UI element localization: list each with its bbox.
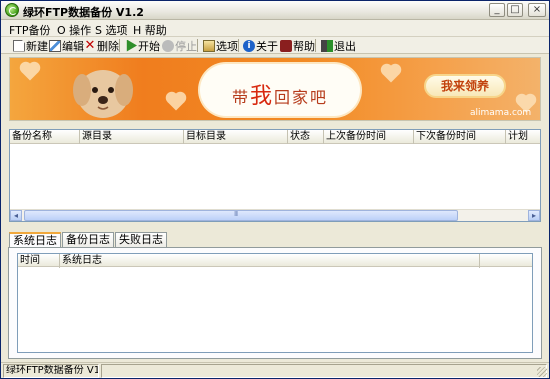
start-button[interactable]: 开始 bbox=[125, 38, 160, 53]
stop-label: 停止 bbox=[175, 39, 197, 53]
tab-backup-log[interactable]: 备份日志 bbox=[62, 232, 114, 248]
toolbar-separator bbox=[119, 39, 120, 52]
toolbar-separator bbox=[197, 39, 198, 52]
stop-icon bbox=[162, 39, 174, 52]
col-backup-name[interactable]: 备份名称 bbox=[10, 130, 80, 144]
close-button[interactable]: × bbox=[528, 3, 546, 17]
col-schedule[interactable]: 计划 bbox=[506, 130, 540, 144]
puppy-image bbox=[73, 70, 133, 118]
start-play-icon bbox=[126, 39, 137, 52]
exit-icon bbox=[321, 39, 333, 52]
toolbar-separator bbox=[238, 39, 239, 52]
edit-button[interactable]: 编辑 bbox=[49, 38, 84, 53]
scroll-left-icon[interactable]: ◂ bbox=[10, 210, 22, 221]
col-target-dir[interactable]: 目标目录 bbox=[184, 130, 288, 144]
slogan-post: 回家吧 bbox=[274, 88, 329, 107]
new-document-icon bbox=[13, 39, 25, 52]
toolbar: 新建 编辑 ✕ 删除 开始 停止 选项 i 关于 帮助 退出 bbox=[1, 37, 549, 54]
maximize-button[interactable]: □ bbox=[507, 3, 523, 17]
start-label: 开始 bbox=[138, 39, 160, 53]
slogan-big: 我 bbox=[249, 84, 274, 109]
menu-ftp-backup[interactable]: FTP备份 bbox=[9, 22, 51, 38]
banner-credit: alimama.com 提供 bbox=[470, 108, 532, 118]
menu-help[interactable]: H 帮助 bbox=[133, 22, 167, 38]
horizontal-scrollbar[interactable]: ◂ ▸ bbox=[10, 209, 540, 221]
col-next-backup[interactable]: 下次备份时间 bbox=[414, 130, 506, 144]
scroll-thumb[interactable] bbox=[24, 210, 458, 221]
log-list-header: 时间 系统日志 bbox=[18, 254, 532, 268]
window-title: 绿环FTP数据备份 V1.2 bbox=[23, 6, 144, 19]
delete-button[interactable]: ✕ 删除 bbox=[84, 38, 119, 53]
status-text: 绿环FTP数据备份 V1.2 bbox=[3, 364, 99, 378]
menu-options[interactable]: S 选项 bbox=[95, 22, 127, 38]
col-source-dir[interactable]: 源目录 bbox=[80, 130, 184, 144]
help-button[interactable]: 帮助 bbox=[280, 38, 315, 53]
menu-bar: FTP备份 O 操作 S 选项 H 帮助 bbox=[1, 20, 549, 37]
col-last-backup[interactable]: 上次备份时间 bbox=[324, 130, 414, 144]
col-time[interactable]: 时间 bbox=[18, 254, 60, 268]
app-window: 绿环FTP数据备份 V1.2 _ □ × FTP备份 O 操作 S 选项 H 帮… bbox=[0, 0, 550, 379]
log-tabs: 系统日志 备份日志 失败日志 bbox=[9, 232, 168, 249]
adopt-button[interactable]: 我来领养 bbox=[424, 74, 506, 98]
scroll-right-icon[interactable]: ▸ bbox=[528, 210, 540, 221]
delete-x-icon: ✕ bbox=[84, 37, 96, 53]
resize-grip-icon[interactable] bbox=[537, 367, 547, 377]
options-icon bbox=[203, 39, 215, 52]
new-label: 新建 bbox=[26, 39, 48, 53]
options-label: 选项 bbox=[216, 39, 238, 53]
delete-label: 删除 bbox=[97, 39, 119, 53]
status-pane-empty bbox=[101, 364, 547, 378]
tab-failure-log[interactable]: 失败日志 bbox=[115, 232, 167, 248]
status-bar: 绿环FTP数据备份 V1.2 bbox=[1, 362, 549, 378]
col-status[interactable]: 状态 bbox=[288, 130, 324, 144]
system-log-list[interactable]: 时间 系统日志 bbox=[17, 253, 533, 353]
edit-label: 编辑 bbox=[62, 39, 84, 53]
about-button[interactable]: i 关于 bbox=[243, 38, 278, 53]
minimize-button[interactable]: _ bbox=[489, 3, 505, 17]
heart-decoration bbox=[167, 93, 185, 111]
banner-slogan: 带我回家吧 bbox=[210, 78, 350, 110]
col-blank bbox=[480, 254, 532, 268]
menu-operate[interactable]: O 操作 bbox=[57, 22, 91, 38]
help-book-icon bbox=[280, 39, 292, 52]
exit-button[interactable]: 退出 bbox=[321, 38, 356, 53]
backup-list-header: 备份名称 源目录 目标目录 状态 上次备份时间 下次备份时间 计划 bbox=[10, 130, 540, 144]
toolbar-separator bbox=[315, 39, 316, 52]
help-label: 帮助 bbox=[293, 39, 315, 53]
log-tab-panel: 时间 系统日志 bbox=[8, 247, 542, 359]
backup-task-list[interactable]: 备份名称 源目录 目标目录 状态 上次备份时间 下次备份时间 计划 ◂ ▸ bbox=[9, 129, 541, 222]
heart-decoration bbox=[21, 63, 39, 81]
edit-icon bbox=[49, 39, 61, 52]
stop-button[interactable]: 停止 bbox=[162, 38, 197, 53]
slogan-pre: 带 bbox=[231, 88, 250, 107]
heart-decoration bbox=[382, 65, 400, 83]
options-button[interactable]: 选项 bbox=[203, 38, 238, 53]
ad-banner[interactable]: 带我回家吧 我来领养 alimama.com 提供 bbox=[9, 57, 541, 121]
about-label: 关于 bbox=[256, 39, 278, 53]
title-bar[interactable]: 绿环FTP数据备份 V1.2 _ □ × bbox=[1, 1, 549, 20]
col-system-log[interactable]: 系统日志 bbox=[60, 254, 480, 268]
info-icon: i bbox=[243, 39, 255, 52]
new-button[interactable]: 新建 bbox=[13, 38, 48, 53]
exit-label: 退出 bbox=[334, 39, 356, 53]
app-icon[interactable] bbox=[5, 3, 19, 17]
